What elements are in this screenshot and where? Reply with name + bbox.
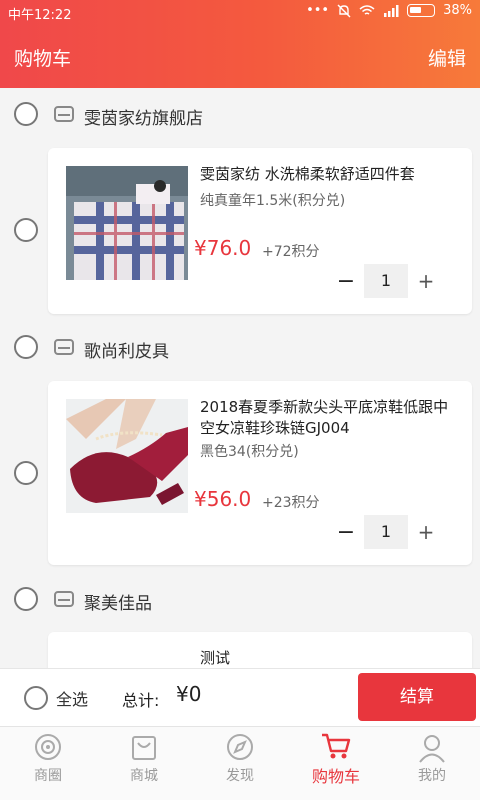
status-time: 中午12:22 (8, 8, 72, 23)
decrease-button[interactable]: − (328, 520, 364, 545)
tab-label: 商圈 (34, 768, 62, 784)
select-all-label[interactable]: 全选 (56, 686, 88, 710)
product-name[interactable]: 2018春夏季新款尖头平底凉鞋低跟中空女凉鞋珍珠链GJ004 (200, 397, 462, 439)
shop-name[interactable]: 聚美佳品 (84, 589, 152, 614)
tab-label: 发现 (226, 768, 254, 784)
shop-select-radio[interactable] (14, 587, 38, 611)
status-bar: 中午12:22 ••• 38% (0, 0, 480, 26)
mute-icon (337, 4, 351, 17)
quantity-stepper: − 1 + (328, 264, 444, 298)
shop-select-radio[interactable] (14, 102, 38, 126)
store-icon (54, 591, 74, 607)
product-points: +72积分 (262, 244, 320, 260)
checkout-bar: 全选 总计: ¥0 结算 (0, 668, 480, 726)
checkout-button[interactable]: 结算 (358, 673, 476, 721)
shop-name[interactable]: 歌尚利皮具 (84, 337, 169, 362)
tab-discover[interactable]: 发现 (192, 733, 288, 785)
compass-icon (227, 734, 253, 760)
product-points: +23积分 (262, 495, 320, 511)
tab-cart[interactable]: 购物车 (288, 731, 384, 787)
item-select-radio[interactable] (14, 461, 38, 485)
decrease-button[interactable]: − (328, 269, 364, 294)
product-spec: 黑色34(积分兑) (200, 444, 299, 460)
edit-button[interactable]: 编辑 (428, 44, 466, 71)
battery-icon (407, 4, 436, 17)
page-title: 购物车 (14, 48, 72, 70)
product-spec: 纯真童年1.5米(积分兑) (200, 193, 346, 209)
total-value: ¥0 (176, 682, 202, 706)
store-icon (54, 339, 74, 355)
cart-icon (322, 733, 351, 759)
total-label: 总计: (122, 691, 160, 710)
item-select-radio[interactable] (14, 218, 38, 242)
product-image-sandals[interactable] (66, 399, 188, 513)
quantity-value[interactable]: 1 (364, 264, 408, 298)
increase-button[interactable]: + (408, 520, 444, 544)
product-image-bedding[interactable] (66, 166, 188, 280)
increase-button[interactable]: + (408, 269, 444, 293)
tab-business-circle[interactable]: 商圈 (0, 733, 96, 785)
wifi-icon (359, 4, 375, 15)
tab-label: 我的 (418, 768, 446, 784)
product-price: ¥56.0 (194, 487, 252, 511)
quantity-value[interactable]: 1 (364, 515, 408, 549)
tab-label: 购物车 (311, 767, 360, 786)
more-dots-icon: ••• (306, 3, 330, 18)
product-name[interactable]: 雯茵家纺 水洗棉柔软舒适四件套 (200, 164, 462, 185)
user-icon (419, 735, 445, 763)
status-icons: ••• 38% (306, 3, 472, 18)
broadcast-icon (35, 734, 61, 760)
quantity-stepper: − 1 + (328, 515, 444, 549)
select-all-radio[interactable] (24, 686, 48, 710)
product-price: ¥76.0 (194, 236, 252, 260)
header: 中午12:22 ••• 38% 购物车 编辑 (0, 0, 480, 88)
shopping-bag-icon (132, 736, 156, 760)
tab-mine[interactable]: 我的 (384, 733, 480, 785)
shop-name[interactable]: 雯茵家纺旗舰店 (84, 104, 203, 129)
tab-label: 商城 (130, 768, 158, 784)
store-icon (54, 106, 74, 122)
cart-item-card[interactable]: 雯茵家纺 水洗棉柔软舒适四件套 纯真童年1.5米(积分兑) ¥76.0 +72积… (48, 148, 472, 314)
shop-select-radio[interactable] (14, 335, 38, 359)
tab-mall[interactable]: 商城 (96, 733, 192, 785)
cart-item-card[interactable]: 2018春夏季新款尖头平底凉鞋低跟中空女凉鞋珍珠链GJ004 黑色34(积分兑)… (48, 381, 472, 565)
product-name[interactable]: 测试 (200, 648, 462, 669)
signal-icon (384, 4, 399, 17)
bottom-tab-bar: 商圈 商城 发现 购物车 我的 (0, 726, 480, 800)
battery-percent: 38% (443, 3, 472, 18)
